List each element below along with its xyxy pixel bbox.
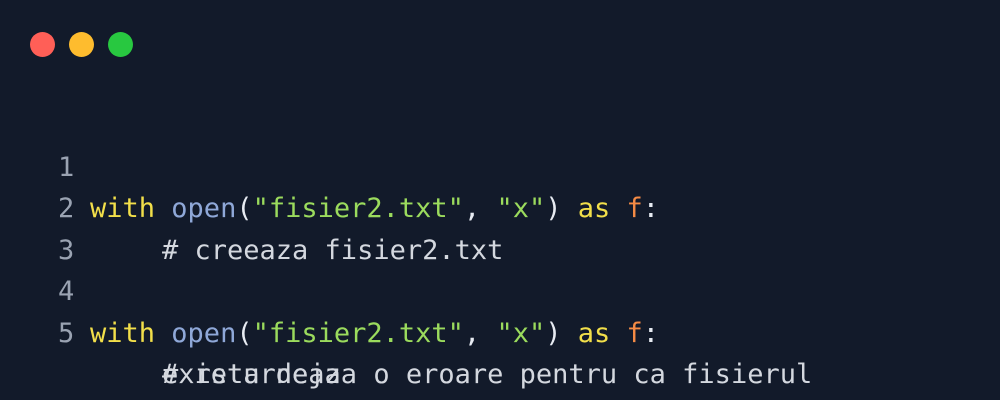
code-editor: 1 with open("fisier2.txt", "x") as f: 2 … <box>0 105 1000 391</box>
code-line-4: 4 with open("fisier2.txt", "x") as f: <box>0 230 1000 349</box>
comment-continuation: exista deja <box>162 359 341 390</box>
code-line-2: 2 # creeaza fisier2.txt <box>0 147 1000 266</box>
code-line-5: 5 # returneaza o eroare pentru ca fisier… <box>0 271 1000 391</box>
minimize-window-dot-icon[interactable] <box>69 32 94 57</box>
code-line-3: 3 <box>0 188 1000 266</box>
wrapped-code-line: exista deja <box>0 313 1000 390</box>
window-controls <box>30 32 133 57</box>
zoom-window-dot-icon[interactable] <box>108 32 133 57</box>
code-line-1: 1 with open("fisier2.txt", "x") as f: <box>0 105 1000 225</box>
code-window: 1 with open("fisier2.txt", "x") as f: 2 … <box>0 0 1000 400</box>
close-window-dot-icon[interactable] <box>30 32 55 57</box>
